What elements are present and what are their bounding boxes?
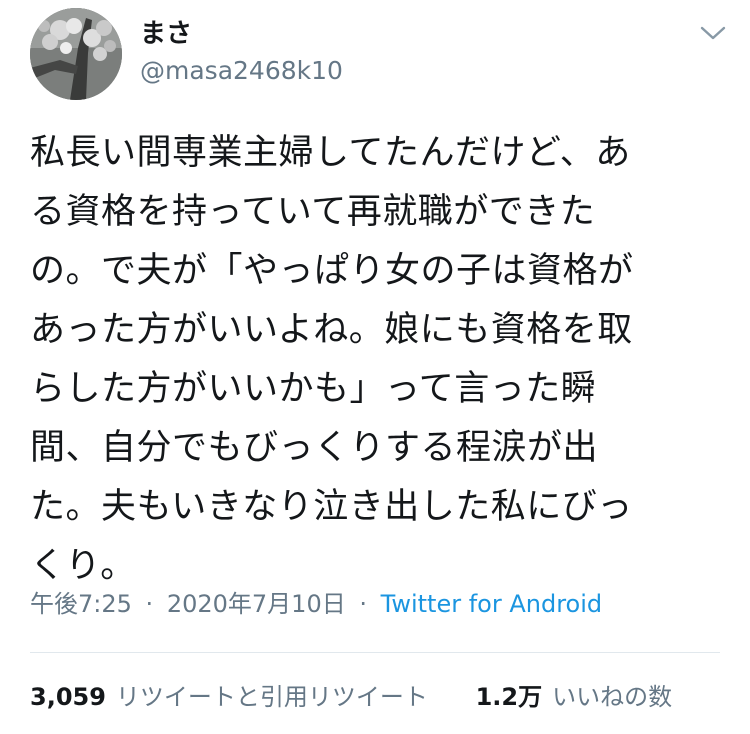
cherry-blossom-avatar-image — [30, 8, 122, 100]
retweets-label: リツイートと引用リツイート — [115, 683, 428, 711]
likes-stat[interactable]: 1.2万 いいねの数 — [476, 680, 673, 714]
likes-count: 1.2万 — [475, 683, 543, 711]
tweet-text-line: あった方がいいよね。娘にも資格を取 — [30, 310, 633, 350]
avatar[interactable] — [30, 8, 122, 100]
tweet-meta: 午後7:25 · 2020年7月10日 · Twitter for Androi… — [30, 586, 602, 622]
meta-separator: · — [359, 590, 367, 618]
tweet-text: 私長い間専業主婦してたんだけど、あ る資格を持っていて再就職ができた の。で夫が… — [30, 124, 720, 596]
tweet-text-line: らした方がいいかも」って言った瞬 — [30, 369, 597, 409]
tweet-date[interactable]: 2020年7月10日 — [167, 590, 346, 618]
retweets-count: 3,059 — [30, 683, 106, 711]
tweet-text-line: る資格を持っていて再就職ができた — [30, 192, 596, 232]
tweet-text-line: の。で夫が「やっぱり女の子は資格が — [30, 251, 634, 291]
display-name[interactable]: まさ — [140, 18, 192, 50]
tweet-time[interactable]: 午後7:25 — [30, 590, 132, 618]
tweet-text-line: た。夫もいきなり泣き出した私にびっ — [30, 487, 633, 527]
tweet-text-line: 私長い間専業主婦してたんだけど、あ — [30, 133, 631, 173]
chevron-down-icon[interactable] — [696, 16, 730, 50]
tweet-text-line: 間、自分でもびっくりする程涙が出 — [30, 428, 599, 468]
divider — [30, 652, 720, 653]
tweet-stats: 3,059 リツイートと引用リツイート 1.2万 いいねの数 — [30, 680, 672, 714]
retweets-stat[interactable]: 3,059 リツイートと引用リツイート — [30, 680, 428, 714]
tweet-header: まさ @masa2468k10 — [30, 8, 730, 100]
meta-separator: · — [145, 590, 154, 618]
user-handle[interactable]: @masa2468k10 — [140, 54, 343, 88]
likes-label: いいねの数 — [552, 683, 673, 711]
tweet-source-link[interactable]: Twitter for Android — [381, 590, 602, 618]
